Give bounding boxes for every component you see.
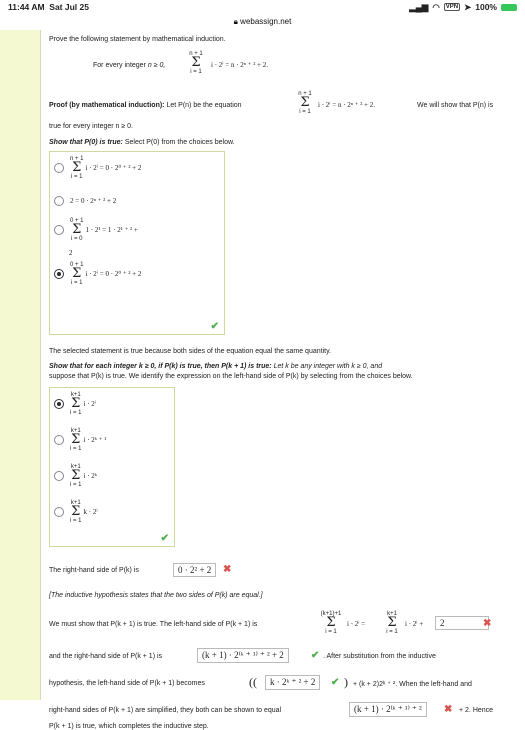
proof-line: Proof (by mathematical induction): Let P… — [49, 102, 242, 109]
p0-options-box: n + 1Σi = 1 i · 2ⁱ = 0 · 2⁰ ⁺ ² + 2 2 = … — [49, 151, 225, 335]
cross-icon: ✖ — [444, 704, 453, 715]
proof-equation: i · 2ⁱ = n · 2ⁿ ⁺ ² + 2. — [318, 101, 376, 109]
option-extra: 2 — [69, 249, 73, 257]
rhs-label: The right-hand side of P(k) is — [49, 567, 139, 574]
sum-icon: 0 + 1Σi = 0 — [70, 218, 84, 242]
option-expression: i · 2ⁱ = 0 · 2⁰ ⁺ ² + 2 — [85, 164, 142, 172]
hyp-line-text: hypothesis, the left-hand side of P(k + … — [49, 680, 205, 687]
proof-sum-icon: n + 1Σi = 1 — [298, 91, 312, 115]
pk-line2: suppose that P(k) is true. We identify t… — [49, 373, 413, 380]
p0-option-4[interactable]: 0 + 1Σi = 1 i · 2ⁱ = 0 · 2⁰ ⁺ ² + 2 — [54, 262, 141, 286]
check-icon: ✔ — [210, 321, 219, 332]
pk-option-2[interactable]: k+1 Σi = 1 i · 2ᵏ ⁺ ¹ — [54, 428, 106, 452]
battery-percent: 100% — [475, 2, 497, 12]
status-bar: 11:44 AM Sat Jul 25 ▂▄▆ ◠ VPN ➤ 100% — [0, 0, 525, 14]
signal-icon: ▂▄▆ — [409, 1, 429, 12]
prompt-text: Prove the following statement by mathema… — [49, 36, 226, 43]
status-left: 11:44 AM Sat Jul 25 — [8, 2, 89, 12]
radio-button[interactable] — [54, 471, 64, 481]
pk-options-box: k+1 Σi = 1 i · 2ⁱ k+1 Σi = 1 i · 2ᵏ ⁺ ¹ k+… — [49, 387, 175, 547]
p0-option-2[interactable]: 2 = 0 · 2ⁿ ⁺ ² + 2 — [54, 196, 116, 206]
p0-option-1[interactable]: n + 1Σi = 1 i · 2ⁱ = 0 · 2⁰ ⁺ ² + 2 — [54, 156, 141, 180]
radio-button[interactable] — [54, 225, 64, 235]
statement-intro: For every integer n ≥ 0, — [93, 62, 166, 69]
final-line-text: right-hand sides of P(k + 1) are simplif… — [49, 707, 282, 714]
option-expression: i · 2ⁱ = 0 · 2⁰ ⁺ ² + 2 — [85, 270, 142, 278]
option-expression: i · 2ᵏ — [83, 472, 97, 480]
cross-icon: ✖ — [483, 618, 492, 629]
sum-icon: (k+1)+1 Σi = 1 — [320, 611, 342, 635]
option-expression: i · 2ⁱ — [83, 400, 97, 408]
p0-option-3[interactable]: 0 + 1Σi = 0 1 · 2¹ = 1 · 2¹ ⁺ ² + — [54, 218, 138, 242]
location-icon: ➤ — [464, 1, 472, 12]
question-panel: Prove the following statement by mathema… — [40, 30, 525, 730]
hyp-line-after: + (k + 2)2ᵏ ⁺ ². When the left-hand and — [353, 681, 472, 688]
sum-icon: k+1 Σi = 1 — [386, 611, 398, 635]
status-right: ▂▄▆ ◠ VPN ➤ 100% — [409, 2, 517, 13]
battery-icon — [501, 3, 517, 11]
hyp-line-input[interactable]: k · 2ᵏ ⁺ ² + 2 — [265, 675, 321, 690]
radio-button[interactable] — [54, 196, 64, 206]
rhs-line-input[interactable]: (k + 1) · 2⁽ᵏ ⁺ ¹⁾ ⁺ ² + 2 — [197, 648, 289, 663]
radio-button-selected[interactable] — [54, 269, 64, 279]
final-line-input[interactable]: (k + 1) · 2⁽ᵏ ⁺ ¹⁾ ⁺ ² — [349, 702, 427, 717]
proof-line2: true for every integer n ≥ 0. — [49, 123, 133, 130]
statement-sum-icon: n + 1Σi = 1 — [189, 51, 203, 75]
open-paren: (( — [249, 675, 257, 689]
url-bar[interactable]: 🔒︎ webassign.net — [0, 14, 525, 30]
sum-icon: 0 + 1Σi = 1 — [70, 262, 84, 286]
truth-text: The selected statement is true because b… — [49, 348, 331, 355]
page-frame: Prove the following statement by mathema… — [0, 30, 525, 730]
radio-button-selected[interactable] — [54, 399, 64, 409]
cross-icon: ✖ — [223, 564, 232, 575]
pk-heading: Show that for each integer k ≥ 0, if P(k… — [49, 363, 383, 370]
option-expression: 2 = 0 · 2ⁿ ⁺ ² + 2 — [70, 197, 117, 205]
option-expression: 1 · 2¹ = 1 · 2¹ ⁺ ² + — [85, 226, 138, 234]
last-line: P(k + 1) is true, which completes the in… — [49, 723, 209, 730]
pk-option-4[interactable]: k+1 Σi = 1 k · 2ⁱ — [54, 500, 98, 524]
sum-icon: k+1 Σi = 1 — [70, 428, 82, 452]
option-expression: i · 2ᵏ ⁺ ¹ — [83, 436, 107, 444]
p0-heading: Show that P(0) is true: Select P(0) from… — [49, 139, 235, 146]
final-line-after: + 2. Hence — [459, 707, 494, 714]
radio-button[interactable] — [54, 507, 64, 517]
sum-icon: k+1 Σi = 1 — [70, 392, 82, 416]
close-paren: ) — [344, 675, 348, 689]
status-date: Sat Jul 25 — [49, 2, 89, 12]
check-icon: ✔ — [311, 650, 320, 661]
lhs-mid: i · 2ⁱ = — [347, 620, 366, 628]
radio-button[interactable] — [54, 435, 64, 445]
vpn-badge: VPN — [443, 3, 461, 11]
lock-icon: 🔒︎ — [233, 17, 238, 26]
lhs-text: We must show that P(k + 1) is true. The … — [49, 621, 258, 628]
status-time: 11:44 AM — [8, 2, 45, 12]
radio-button[interactable] — [54, 163, 64, 173]
check-icon: ✔ — [331, 677, 340, 688]
url-text: webassign.net — [240, 17, 292, 26]
pk-option-1[interactable]: k+1 Σi = 1 i · 2ⁱ — [54, 392, 96, 416]
sum-icon: k+1 Σi = 1 — [70, 500, 82, 524]
hypothesis-text: [The inductive hypothesis states that th… — [49, 592, 263, 599]
wifi-icon: ◠ — [432, 1, 440, 12]
rhs-input[interactable]: 0 · 2² + 2 — [173, 563, 217, 577]
option-expression: k · 2ⁱ — [83, 508, 98, 516]
rhs-line-after: . After substitution from the inductive — [323, 653, 436, 660]
sum-icon: k+1 Σi = 1 — [70, 464, 82, 488]
sum-icon: n + 1Σi = 1 — [70, 156, 84, 180]
pk-option-3[interactable]: k+1 Σi = 1 i · 2ᵏ — [54, 464, 97, 488]
proof-text2: We will show that P(n) is — [417, 102, 494, 109]
lhs-tail: i · 2ⁱ + — [405, 620, 424, 628]
lhs-input[interactable]: 2 — [435, 616, 489, 630]
statement-body: i · 2ⁱ = n · 2ⁿ ⁺ ² + 2. — [211, 61, 269, 69]
check-icon: ✔ — [160, 533, 169, 544]
rhs-line-text: and the right-hand side of P(k + 1) is — [49, 653, 163, 660]
